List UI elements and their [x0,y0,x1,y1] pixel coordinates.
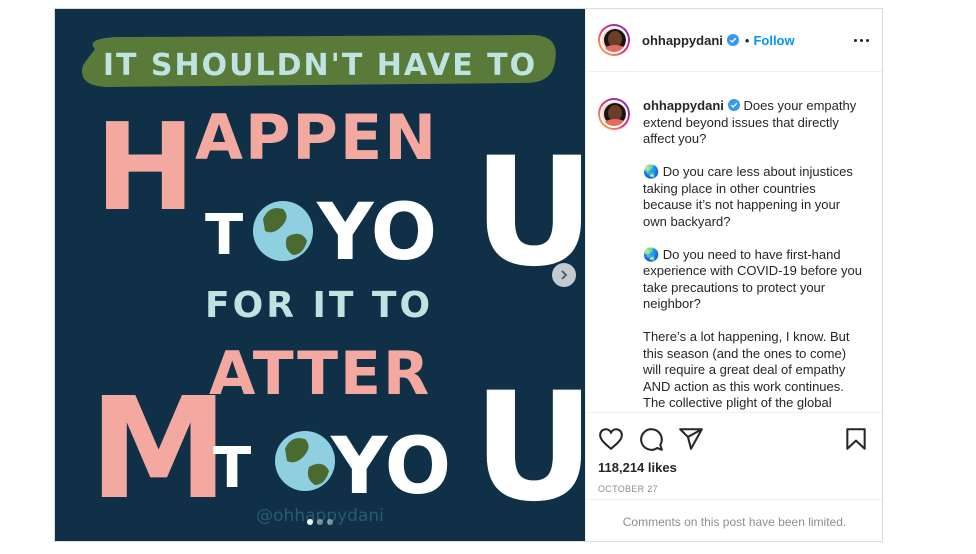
globe-2 [275,431,335,491]
artwork-letter-h: H [95,99,195,238]
bookmark-icon[interactable] [843,426,869,452]
username-link[interactable]: ohhappydani [642,33,723,48]
next-slide-button[interactable] [552,263,576,287]
globe-1 [253,201,313,261]
follow-button[interactable]: Follow [753,33,794,48]
artwork-line-6a: T [213,436,251,501]
comment-icon[interactable] [638,426,664,452]
carousel-indicator [307,519,333,525]
caption-avatar[interactable] [598,98,630,130]
artwork-line-3a: T [205,203,243,268]
caption-paragraph: 🌏 Do you need to have first-hand experie… [643,246,866,312]
caption-text: ohhappydani Does your empathy extend bey… [643,98,865,412]
caption-section: ohhappydani Does your empathy extend bey… [586,72,882,412]
caption-paragraph: 🌏 Do you care less about injustices taki… [643,164,857,229]
carousel-dot [327,519,333,525]
post-date[interactable]: OCTOBER 27 [598,484,869,494]
artwork-line-1: IT SHOULDN'T HAVE TO [103,48,537,83]
carousel-dot [317,519,323,525]
avatar[interactable] [598,24,630,56]
caption-username[interactable]: ohhappydani [643,98,724,113]
caption-paragraph: There’s a lot happening, I know. But thi… [643,329,854,410]
post-image[interactable]: IT SHOULDN'T HAVE TO H APPEN T YO U FOR … [55,9,585,541]
follow-separator: • [744,32,750,48]
artwork-line-2: APPEN [195,101,438,174]
more-options-icon[interactable] [854,38,869,42]
chevron-right-icon [561,270,568,280]
likes-count[interactable]: 118,214 likes [598,460,869,475]
action-icons [598,423,869,455]
artwork-line-3b: YO [316,188,437,278]
heart-icon[interactable] [598,426,624,452]
post-actions: 118,214 likes OCTOBER 27 Comments on thi… [586,412,882,541]
comments-limited-notice: Comments on this post have been limited. [586,499,882,541]
verified-badge-icon [727,99,740,111]
artwork-big-u-2: U [473,361,585,535]
artwork-line-5: ATTER [209,339,431,409]
instagram-post: IT SHOULDN'T HAVE TO H APPEN T YO U FOR … [54,8,883,542]
post-header: ohhappydani • Follow [586,9,882,72]
post-sidebar: ohhappydani • Follow ohhappydani Does yo… [585,9,882,541]
verified-badge-icon [726,34,739,46]
artwork-line-4: FOR IT TO [205,285,433,326]
artwork-line-6b: YO [330,422,451,512]
artwork: IT SHOULDN'T HAVE TO H APPEN T YO U FOR … [55,9,585,541]
carousel-dot [307,519,313,525]
share-icon[interactable] [678,426,704,452]
artwork-letter-m: M [89,368,228,531]
